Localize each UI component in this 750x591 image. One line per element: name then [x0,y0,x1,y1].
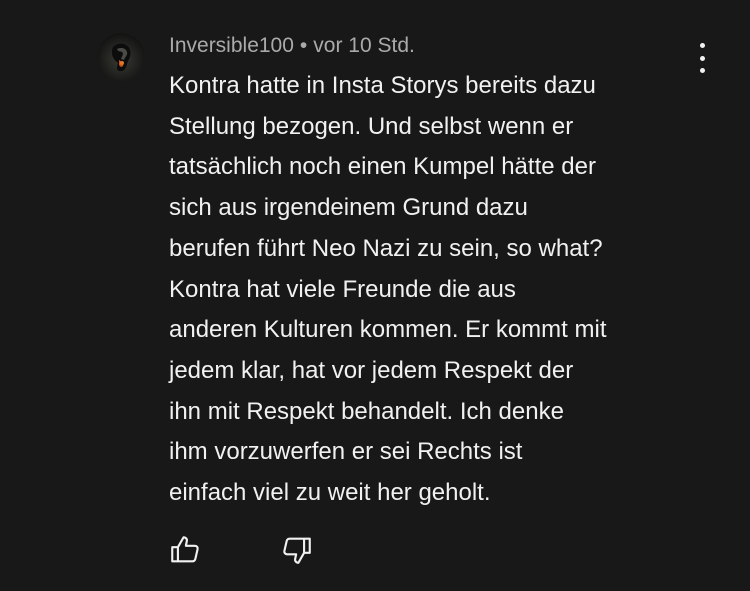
dislike-button[interactable] [280,533,314,567]
comment-line: berufen führt Neo Nazi zu sein, so what? [169,234,603,262]
comment-header: Inversible100 • vor 10 Std. [169,34,415,58]
author-name[interactable]: Inversible100 [169,34,294,57]
comment-line: einfach viel zu weit her geholt. [169,479,491,507]
comment-line: Kontra hat viele Freunde die aus [169,275,516,303]
comment-line: Stellung bezogen. Und selbst wenn er [169,112,574,140]
comment-line: sich aus irgendeinem Grund dazu [169,194,528,222]
avatar[interactable] [97,33,145,81]
avatar-icon [97,33,145,81]
comment-line: Kontra hatte in Insta Storys bereits daz… [169,72,596,99]
like-button[interactable] [168,533,202,567]
separator-dot: • [299,34,308,57]
more-vertical-icon [699,43,705,48]
comment-text: Kontra hatte in Insta Storys bereits daz… [169,66,714,514]
comment-line: anderen Kulturen kommen. Er kommt mit [169,316,607,344]
comment-line: jedem klar, hat vor jedem Respekt der [169,356,574,384]
thumbs-down-icon [283,537,311,564]
comment-line: tatsächlich noch einen Kumpel hätte der [169,153,596,181]
timestamp[interactable]: vor 10 Std. [313,34,415,57]
thumbs-up-icon [171,536,199,563]
more-vertical-icon [699,55,705,61]
comment-line: ihm vorzuwerfen er sei Rechts ist [169,438,523,466]
comment-line: ihn mit Respekt behandelt. Ich denke [169,397,564,425]
